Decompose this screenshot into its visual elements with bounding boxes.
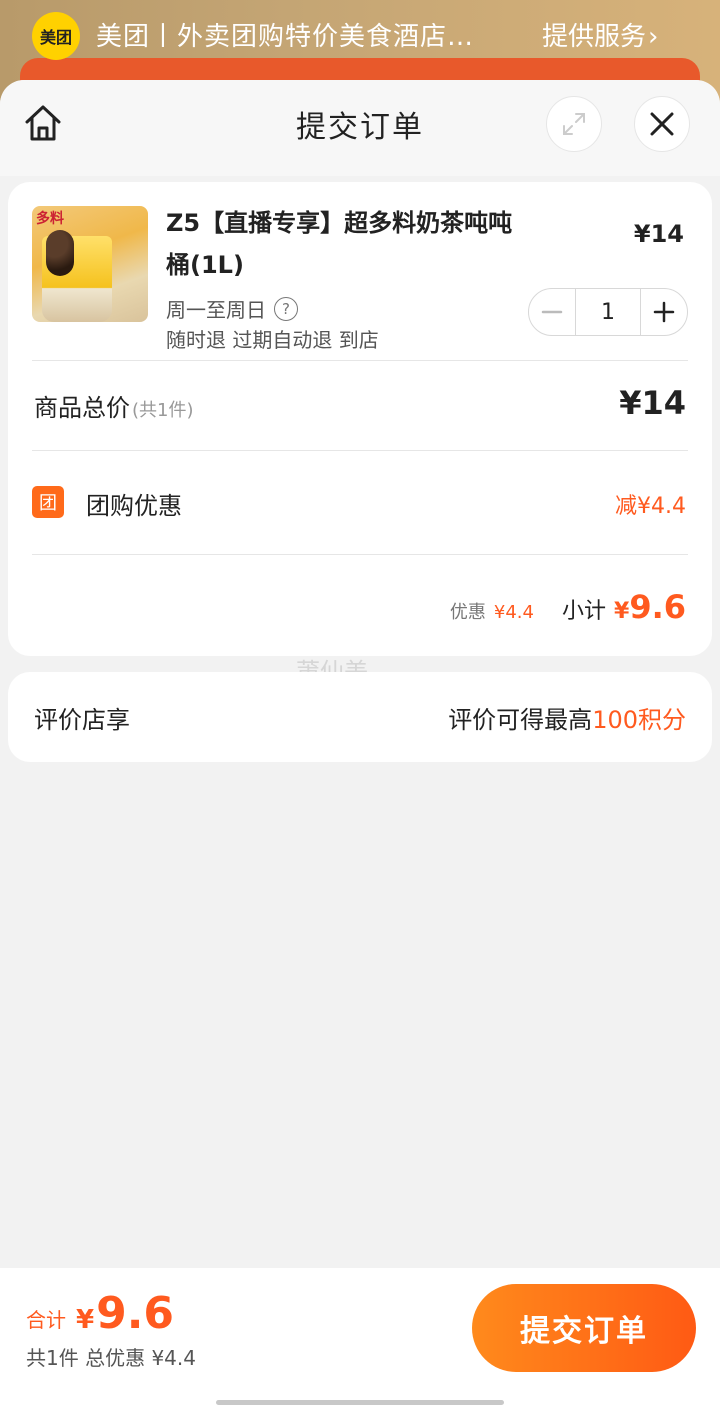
submit-order-button[interactable]: 提交订单 xyxy=(472,1284,696,1372)
review-reward: 评价可得最高100积分 xyxy=(448,700,686,735)
divider xyxy=(32,360,688,361)
product-price: ¥14 xyxy=(633,220,684,248)
home-indicator[interactable] xyxy=(216,1400,504,1405)
total-amount: 9.6 xyxy=(96,1288,175,1339)
product-name[interactable]: Z5【直播专享】超多料奶茶吨吨桶(1L) xyxy=(166,202,536,286)
minus-icon xyxy=(541,310,563,314)
total-value: ¥9.6 xyxy=(76,1288,174,1339)
divider xyxy=(32,554,688,555)
expand-button[interactable] xyxy=(546,96,602,152)
chevron-right-icon: › xyxy=(648,22,659,52)
group-buy-icon: 团 xyxy=(32,486,64,518)
subtotal-label: 小计 xyxy=(561,599,606,624)
discount-label: 优惠 xyxy=(449,602,486,623)
goods-total-label: 商品总价 (共1件) xyxy=(34,388,194,423)
divider xyxy=(32,450,688,451)
sheet-header: 提交订单 xyxy=(0,80,720,176)
provide-service-link[interactable]: 提供服务› xyxy=(542,16,658,53)
close-button[interactable] xyxy=(634,96,690,152)
help-icon[interactable]: ? xyxy=(274,296,298,321)
image-caption: 多料 xyxy=(36,211,64,227)
review-points: 100积分 xyxy=(592,706,686,734)
order-summary: 共1件 总优惠 ¥4.4 xyxy=(26,1346,196,1370)
goods-count: (共1件) xyxy=(132,400,194,421)
subtotal-row: 优惠 ¥4.4 小计 ¥9.6 xyxy=(450,588,686,626)
validity-text: 周一至周日 xyxy=(166,298,266,322)
page-title: 提交订单 xyxy=(296,110,424,145)
subtotal-amount: 9.6 xyxy=(629,588,686,626)
total-label: 合计 xyxy=(26,1308,66,1332)
quantity-value[interactable]: 1 xyxy=(575,289,641,335)
validity-info: 周一至周日 ? xyxy=(166,294,298,323)
quantity-stepper: 1 xyxy=(528,288,688,336)
decrease-button[interactable] xyxy=(529,289,575,335)
provide-service-label: 提供服务 xyxy=(542,22,647,52)
total-currency: ¥ xyxy=(76,1305,95,1335)
banner-title[interactable]: 美团丨外卖团购特价美食酒店… xyxy=(96,16,516,53)
promo-label: 团购优惠 xyxy=(86,492,182,520)
review-label: 评价店享 xyxy=(34,706,130,734)
boba-shape xyxy=(46,230,74,276)
expand-icon xyxy=(563,113,585,135)
subtotal-currency: ¥ xyxy=(614,599,630,624)
close-icon xyxy=(650,112,674,136)
discount-value: ¥4.4 xyxy=(493,602,534,623)
order-card: 多料 Z5【直播专享】超多料奶茶吨吨桶(1L) ¥14 周一至周日 ? 随时退 … xyxy=(8,182,712,656)
product-image[interactable]: 多料 xyxy=(32,206,148,322)
increase-button[interactable] xyxy=(641,289,687,335)
checkout-footer: 合计 ¥9.6 共1件 总优惠 ¥4.4 提交订单 xyxy=(0,1268,720,1409)
review-card[interactable]: 评价店享 评价可得最高100积分 xyxy=(8,672,712,762)
meituan-logo: 美团 xyxy=(32,12,80,60)
plus-icon xyxy=(653,301,675,323)
promo-value: 减¥4.4 xyxy=(615,494,686,519)
subtotal-value: ¥9.6 xyxy=(614,588,686,626)
review-reward-prefix: 评价可得最高 xyxy=(448,706,593,734)
order-sheet: 提交订单 多料 Z5【直播专享】超多料奶茶吨吨桶(1L) ¥14 周一至周日 ?… xyxy=(0,80,720,1409)
goods-total-text: 商品总价 xyxy=(34,394,130,422)
goods-total-value: ¥14 xyxy=(619,384,686,422)
refund-policy: 随时退 过期自动退 到店 xyxy=(166,328,379,352)
